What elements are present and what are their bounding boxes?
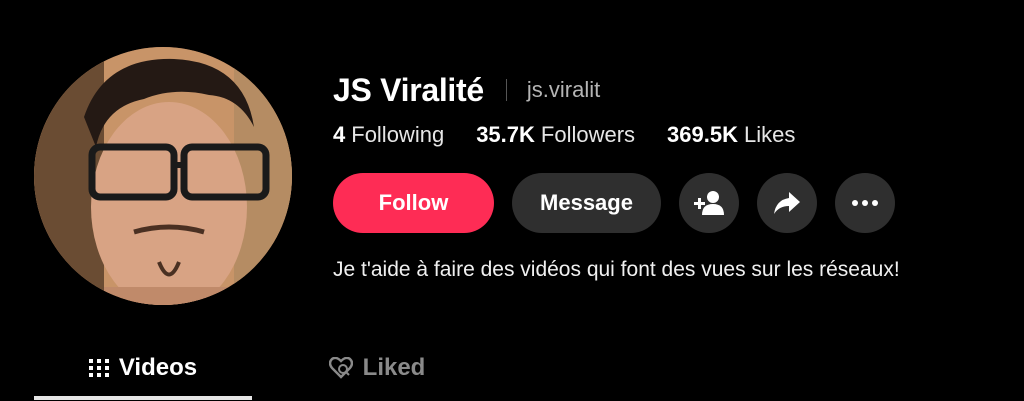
message-button[interactable]: Message [512,173,661,233]
share-button[interactable] [757,173,817,233]
share-icon [774,192,800,214]
grid-icon [88,359,109,377]
tab-videos-label: Videos [118,354,198,381]
tab-liked[interactable]: Liked [268,340,486,396]
liked-icon [328,357,353,379]
stat-followers[interactable]: 35.7K Followers [476,122,635,148]
profile-header: JS Viralité js.viralit [333,70,600,110]
stat-likes: 369.5K Likes [667,122,795,148]
following-label: Following [351,122,445,147]
following-count: 4 [333,122,346,147]
display-name: JS Viralité [333,71,484,108]
tab-videos[interactable]: Videos [34,340,252,400]
avatar[interactable] [34,47,292,305]
more-options-button[interactable] [835,173,895,233]
profile-actions: Follow Message [333,173,913,233]
add-friend-button[interactable] [679,173,739,233]
name-divider [505,79,507,101]
stats-row: 4 Following 35.7K Followers 369.5K Likes [333,122,827,148]
profile-tabs: Videos Liked [34,340,486,401]
likes-count: 369.5K [667,122,738,147]
more-icon [852,200,878,206]
tab-liked-label: Liked [362,354,426,381]
profile-bio: Je t'aide à faire des vidéos qui font de… [333,258,900,281]
stat-following[interactable]: 4 Following [333,122,444,148]
followers-label: Followers [540,122,636,147]
username-handle: js.viralit [526,77,601,102]
likes-label: Likes [744,122,796,147]
avatar-image [34,47,292,305]
add-friend-icon [694,191,724,215]
followers-count: 35.7K [476,122,535,147]
follow-button[interactable]: Follow [333,173,494,233]
